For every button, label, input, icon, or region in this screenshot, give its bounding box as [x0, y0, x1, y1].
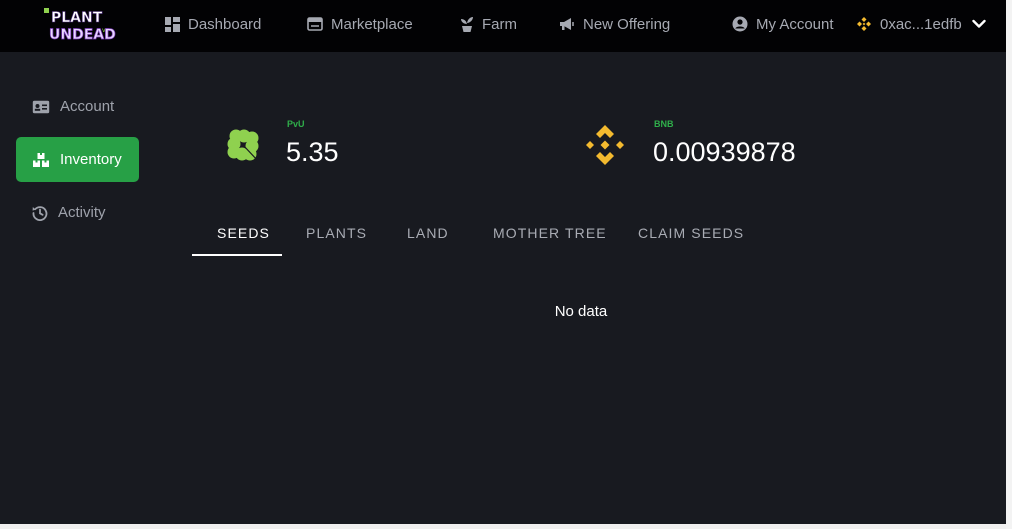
plant-vs-undead-logo[interactable]: PLANT vs UNDEAD: [44, 6, 120, 44]
nav-new-offering[interactable]: New Offering: [559, 0, 670, 48]
window-bottom-edge: [0, 524, 1006, 529]
sidebar-item-label: Inventory: [60, 151, 122, 168]
nav-marketplace-label: Marketplace: [331, 15, 413, 33]
sidebar-item-label: Account: [60, 98, 115, 115]
sidebar-item-account[interactable]: Account: [16, 84, 139, 129]
sidebar-item-inventory[interactable]: Inventory: [16, 137, 139, 182]
megaphone-icon: [560, 18, 574, 30]
pvu-balance: 5.35: [286, 137, 339, 167]
chevron-down-icon: [972, 19, 986, 28]
window-edge: [1006, 0, 1012, 529]
tab-land[interactable]: LAND: [407, 225, 449, 241]
bnb-balance: 0.00939878: [653, 137, 796, 167]
tab-seeds[interactable]: SEEDS: [217, 225, 270, 241]
nav-farm[interactable]: Farm: [460, 0, 517, 48]
active-tab-indicator: [192, 254, 282, 256]
tab-mother-tree[interactable]: MOTHER TREE: [493, 225, 607, 241]
tab-claim-seeds[interactable]: CLAIM SEEDS: [638, 225, 744, 241]
store-icon: [307, 17, 323, 31]
sidebar-item-activity[interactable]: Activity: [16, 190, 139, 235]
id-card-icon: [32, 100, 50, 113]
inventory-icon: [33, 152, 49, 167]
svg-text:UNDEAD: UNDEAD: [49, 27, 116, 43]
app-window: PLANT vs UNDEAD Dashboard Marketplace Fa…: [0, 0, 1006, 529]
nav-marketplace[interactable]: Marketplace: [307, 0, 413, 48]
svg-text:PLANT: PLANT: [51, 10, 103, 26]
bnb-label: BNB: [654, 119, 674, 129]
wallet-dropdown[interactable]: 0xac...1edfb: [856, 0, 986, 48]
pvu-label: PvU: [287, 119, 305, 129]
nav-my-account[interactable]: My Account: [732, 0, 834, 48]
bnb-icon: [857, 17, 871, 31]
history-icon: [32, 205, 48, 221]
user-circle-icon: [732, 16, 748, 32]
bnb-icon: [586, 125, 624, 165]
nav-dashboard-label: Dashboard: [188, 15, 262, 33]
dashboard-icon: [165, 16, 180, 32]
nav-my-account-label: My Account: [756, 15, 834, 33]
top-navigation-bar: PLANT vs UNDEAD Dashboard Marketplace Fa…: [0, 0, 1006, 52]
clover-icon: [227, 129, 259, 162]
nav-farm-label: Farm: [482, 15, 517, 33]
plant-pot-icon: [461, 17, 473, 32]
nav-new-offering-label: New Offering: [583, 15, 671, 33]
tab-plants[interactable]: PLANTS: [306, 225, 367, 241]
empty-state-text: No data: [554, 303, 608, 320]
sidebar-item-label: Activity: [58, 204, 106, 221]
nav-dashboard[interactable]: Dashboard: [165, 0, 261, 48]
wallet-address: 0xac...1edfb: [880, 15, 962, 33]
